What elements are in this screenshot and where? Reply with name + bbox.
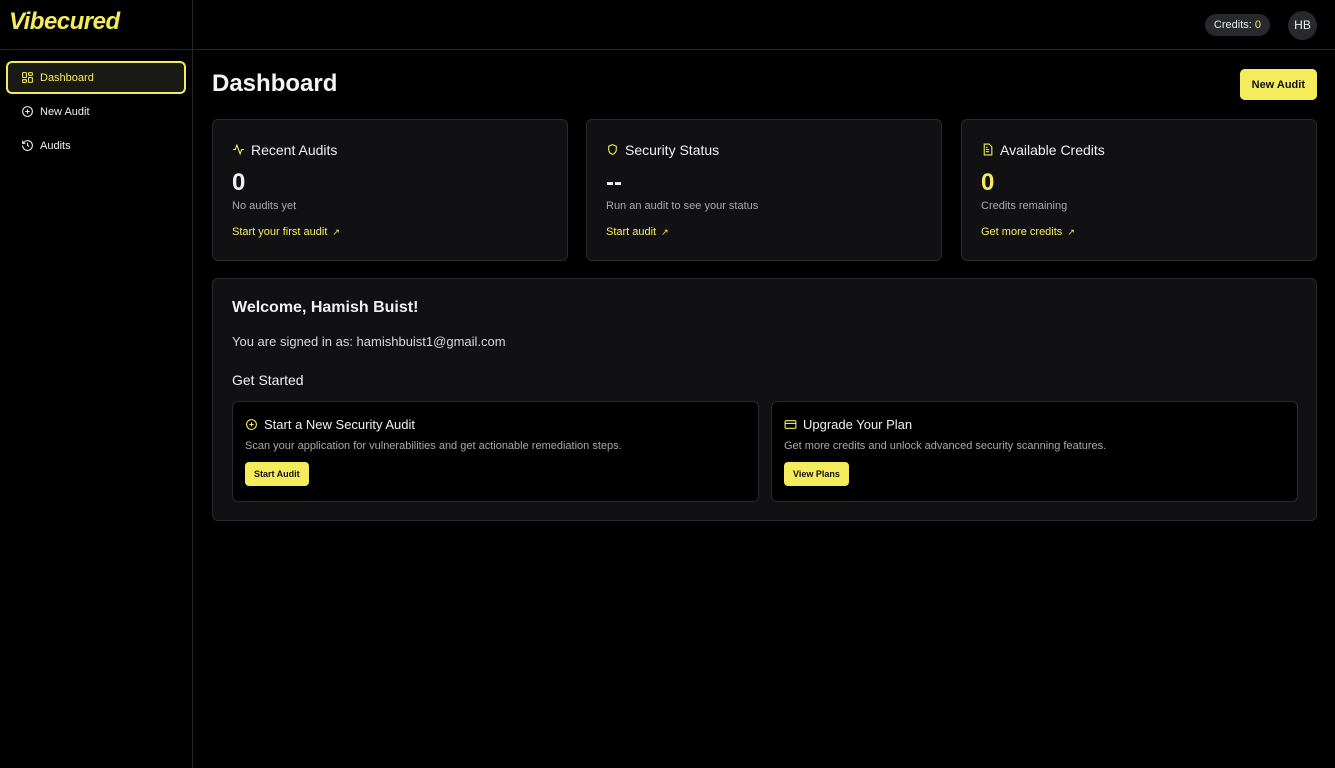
arrow-up-right-icon: ↗ [661,226,669,237]
recent-audits-card: Recent Audits 0 No audits yet Start your… [212,119,568,261]
sidebar-item-label: Dashboard [40,71,94,84]
card-link-label: Start audit [606,226,657,238]
credits-badge[interactable]: Credits: 0 [1204,14,1270,36]
document-icon [981,143,994,156]
page-title: Dashboard [212,70,338,97]
arrow-up-right-icon: ↗ [1067,226,1075,237]
plus-circle-icon [245,418,258,431]
shield-icon [606,143,619,156]
top-bar: Credits: 0 HB [193,0,1335,50]
sidebar-item-label: Audits [40,139,71,152]
avatar[interactable]: HB [1288,11,1317,40]
new-audit-button[interactable]: New Audit [1239,69,1317,100]
option-description: Get more credits and unlock advanced sec… [784,440,1107,452]
history-icon [21,139,34,152]
upgrade-plan-option: Upgrade Your Plan Get more credits and u… [771,401,1298,502]
sidebar-item-dashboard[interactable]: Dashboard [6,61,186,94]
sidebar-item-new-audit[interactable]: New Audit [6,95,186,128]
option-description: Scan your application for vulnerabilitie… [245,440,622,452]
security-status-card: Security Status -- Run an audit to see y… [586,119,942,261]
start-first-audit-link[interactable]: Start your first audit ↗ [232,226,340,238]
option-title: Upgrade Your Plan [803,416,913,432]
logo[interactable]: Vibecured [0,0,192,50]
grid-icon [21,71,34,84]
start-audit-link[interactable]: Start audit ↗ [606,226,669,238]
card-value: 0 [232,169,246,196]
card-value: -- [606,169,622,196]
credit-card-icon [784,418,797,431]
get-started-heading: Get Started [232,372,304,388]
available-credits-card: Available Credits 0 Credits remaining Ge… [961,119,1317,261]
option-title: Start a New Security Audit [264,416,416,432]
app: Vibecured Dashboard New Audit Audits Cre… [0,0,1335,768]
card-link-label: Get more credits [981,226,1063,238]
card-subtitle: No audits yet [232,200,297,212]
card-subtitle: Credits remaining [981,200,1068,212]
signed-in-text: You are signed in as: hamishbuist1@gmail… [232,334,506,349]
card-title: Security Status [625,141,720,158]
stat-cards: Recent Audits 0 No audits yet Start your… [212,119,1317,261]
card-link-label: Start your first audit [232,226,328,238]
activity-icon [232,143,245,156]
sidebar-item-audits[interactable]: Audits [6,129,186,162]
sidebar-nav: Dashboard New Audit Audits [0,50,192,162]
get-more-credits-link[interactable]: Get more credits ↗ [981,226,1075,238]
logo-text: Vibecured [9,8,120,35]
plus-circle-icon [21,105,34,118]
sidebar-item-label: New Audit [40,105,90,118]
welcome-title: Welcome, Hamish Buist! [232,299,419,316]
start-audit-button[interactable]: Start Audit [245,462,309,486]
credits-label: Credits: [1213,19,1252,31]
sidebar: Vibecured Dashboard New Audit Audits [0,0,193,768]
view-plans-button[interactable]: View Plans [784,462,849,486]
card-subtitle: Run an audit to see your status [606,200,759,212]
card-value: 0 [981,169,995,196]
arrow-up-right-icon: ↗ [332,226,340,237]
credits-value: 0 [1254,19,1261,31]
start-audit-option: Start a New Security Audit Scan your app… [232,401,759,502]
card-title: Recent Audits [251,141,338,158]
welcome-panel: Welcome, Hamish Buist! You are signed in… [212,278,1317,521]
card-title: Available Credits [1000,141,1105,158]
